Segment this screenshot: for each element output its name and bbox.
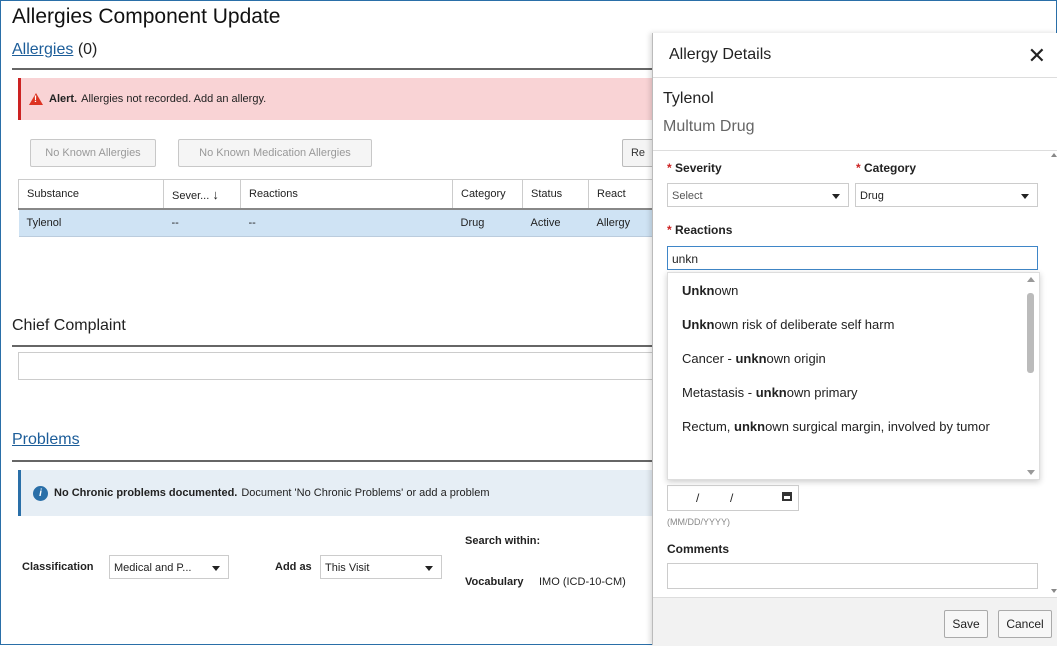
drug-name: Tylenol [663, 90, 714, 107]
no-known-allergies-button[interactable]: No Known Allergies [30, 139, 156, 167]
allergies-link[interactable]: Allergies [12, 41, 73, 58]
chevron-down-icon [212, 566, 220, 571]
chief-complaint-title: Chief Complaint [12, 317, 126, 334]
allergies-alert: Alert. Allergies not recorded. Add an al… [18, 78, 655, 120]
warning-icon [29, 93, 43, 105]
list-item[interactable]: Metastasis - unknown primary [668, 375, 1039, 409]
date-separator: / [730, 491, 734, 505]
required-marker: * [667, 223, 672, 237]
scroll-down-icon[interactable] [1027, 470, 1035, 475]
cell-reaction-type: Allergy [588, 209, 653, 237]
alert-text: Allergies not recorded. Add an allergy. [81, 93, 267, 105]
category-select[interactable]: Drug [855, 183, 1038, 207]
problems-header: Problems [12, 431, 80, 449]
list-item[interactable]: Cancer - unknown origin [668, 341, 1039, 375]
arrow-down-icon: ↓ [212, 186, 219, 202]
info-text: Document 'No Chronic Problems' or add a … [241, 487, 490, 499]
classification-label: Classification [22, 561, 94, 573]
scroll-down-icon[interactable] [1051, 589, 1057, 593]
category-value: Drug [860, 190, 884, 202]
vocabulary-value[interactable]: IMO (ICD-10-CM) [539, 576, 626, 588]
cell-category: Drug [452, 209, 523, 237]
add-as-value: This Visit [325, 562, 370, 574]
date-separator: / [696, 491, 700, 505]
column-header-status[interactable]: Status [522, 179, 589, 210]
panel-scrollbar[interactable] [1051, 153, 1057, 593]
drug-type: Multum Drug [663, 118, 755, 135]
cell-severity: -- [163, 209, 241, 237]
column-header-severity[interactable]: Sever... ↓ [163, 179, 241, 210]
drug-summary: Tylenol Multum Drug [653, 78, 1057, 151]
main-content: Allergies Component Update Allergies (0)… [8, 0, 658, 645]
add-as-select[interactable]: This Visit [320, 555, 442, 579]
calendar-icon[interactable] [782, 492, 792, 501]
panel-title: Allergy Details [669, 46, 772, 63]
severity-value: Select [672, 190, 703, 202]
comments-label: Comments [667, 542, 730, 556]
onset-date-input[interactable]: / / [667, 485, 799, 511]
severity-label: * Severity [667, 161, 722, 175]
list-item[interactable]: Rectum, unknown surgical margin, involve… [668, 409, 1039, 437]
date-format-hint: (MM/DD/YYYY) [667, 517, 730, 527]
allergies-divider [12, 68, 652, 70]
category-label: * Category [856, 161, 917, 175]
column-header-reaction-type[interactable]: React [588, 179, 653, 210]
problems-divider [12, 460, 652, 462]
cell-substance: Tylenol [18, 209, 164, 237]
scroll-up-icon[interactable] [1027, 277, 1035, 282]
allergies-header: Allergies (0) [12, 41, 97, 59]
table-row[interactable]: Tylenol -- -- Drug Active Allergy [18, 209, 653, 237]
required-marker: * [856, 161, 861, 175]
page-title: Allergies Component Update [12, 5, 281, 28]
chief-complaint-divider [12, 345, 652, 347]
classification-value: Medical and P... [114, 562, 192, 574]
allergies-count: (0) [77, 41, 98, 58]
list-item[interactable]: Unknown [668, 273, 1039, 307]
save-button[interactable]: Save [944, 610, 988, 638]
column-header-category[interactable]: Category [452, 179, 523, 210]
reactions-search-input[interactable]: unkn [667, 246, 1038, 270]
severity-select[interactable]: Select [667, 183, 849, 207]
chevron-down-icon [1021, 194, 1029, 199]
search-within-label: Search within: [465, 535, 541, 547]
no-known-medication-allergies-button[interactable]: No Known Medication Allergies [178, 139, 372, 167]
cancel-button[interactable]: Cancel [998, 610, 1052, 638]
problems-info-banner: i No Chronic problems documented. Docume… [18, 470, 655, 516]
scrollbar-thumb[interactable] [1027, 293, 1034, 373]
panel-footer: Save Cancel [653, 597, 1057, 646]
cell-status: Active [522, 209, 589, 237]
classification-select[interactable]: Medical and P... [109, 555, 229, 579]
panel-header: Allergy Details ✕ [653, 33, 1057, 78]
chevron-down-icon [832, 194, 840, 199]
vocabulary-label: Vocabulary [465, 576, 524, 588]
list-item[interactable]: Unknown risk of deliberate self harm [668, 307, 1039, 341]
column-header-substance[interactable]: Substance [18, 179, 164, 210]
reactions-label: * Reactions [667, 223, 733, 237]
close-icon[interactable]: ✕ [1028, 43, 1046, 69]
required-marker: * [667, 161, 672, 175]
alert-title: Alert. [49, 93, 78, 105]
info-title: No Chronic problems documented. [54, 487, 238, 499]
suggestions-scrollbar[interactable] [1026, 273, 1036, 479]
table-header-row: Substance Sever... ↓ Reactions Category … [18, 179, 653, 210]
add-as-label: Add as [275, 561, 312, 573]
reactions-suggestions: Unknown Unknown risk of deliberate self … [667, 272, 1040, 480]
chevron-down-icon [425, 566, 433, 571]
allergy-details-panel: Allergy Details ✕ Tylenol Multum Drug * … [652, 33, 1057, 646]
problems-link[interactable]: Problems [12, 431, 80, 448]
comments-input[interactable] [667, 563, 1038, 589]
reconcile-button[interactable]: Re [622, 139, 654, 167]
allergies-table: Substance Sever... ↓ Reactions Category … [18, 179, 653, 237]
info-icon: i [33, 485, 48, 501]
chief-complaint-input[interactable] [18, 352, 654, 380]
cell-reactions: -- [240, 209, 453, 237]
column-header-reactions[interactable]: Reactions [240, 179, 453, 210]
scroll-up-icon[interactable] [1051, 153, 1057, 157]
